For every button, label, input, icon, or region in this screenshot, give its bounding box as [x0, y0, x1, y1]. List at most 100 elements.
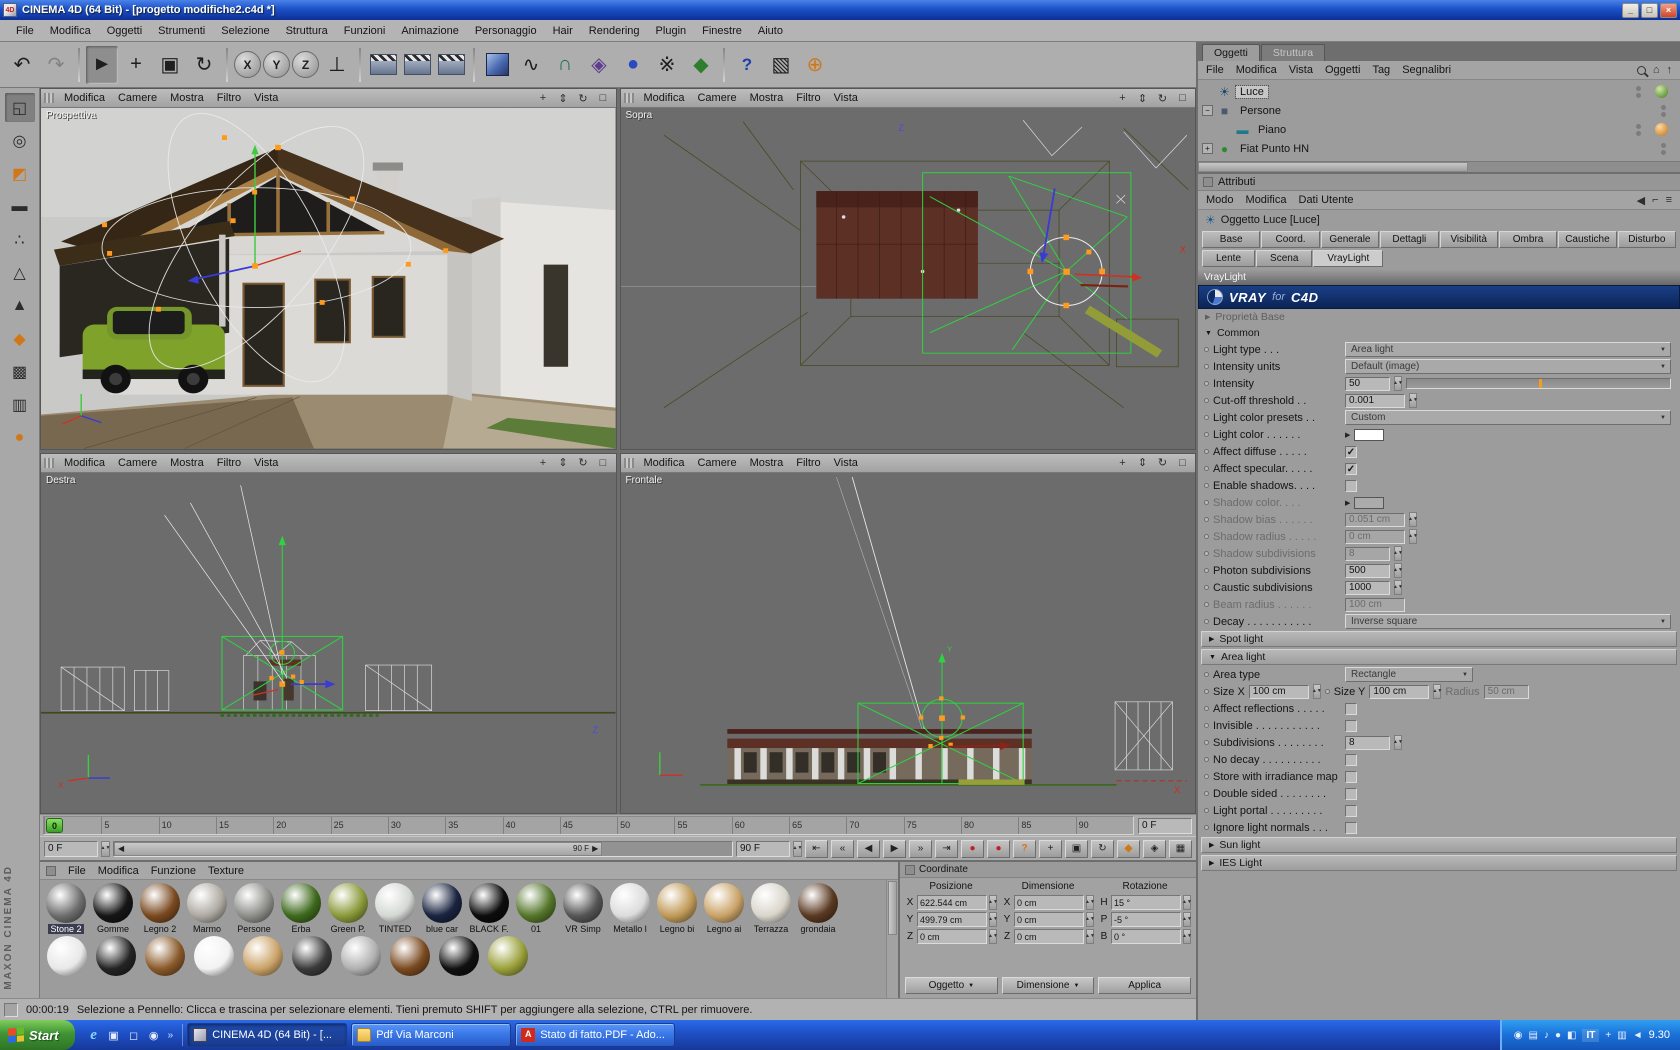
value-spinner[interactable]: ▲▼: [1085, 929, 1095, 944]
tray-icon[interactable]: ◉: [1514, 1030, 1523, 1041]
scroll-left-arrow-icon[interactable]: ◀: [118, 844, 124, 853]
tray-icon[interactable]: ▥: [1617, 1030, 1626, 1041]
vp-menu-filtro[interactable]: Filtro: [211, 455, 247, 471]
rotation-p-input[interactable]: -5 °: [1111, 912, 1181, 927]
material-sphere[interactable]: [488, 936, 528, 976]
enable-shadows-checkbox[interactable]: [1345, 479, 1357, 492]
coordinate-system-icon[interactable]: ⊥: [321, 46, 353, 84]
vp-menu-filtro[interactable]: Filtro: [790, 455, 826, 471]
subdivisions-input[interactable]: 8: [1345, 735, 1390, 750]
timeline-ruler-track[interactable]: 0 0 5 10 15 20 25 30 35 40 45 50: [43, 816, 1134, 835]
materials-menu-funzione[interactable]: Funzione: [151, 865, 196, 877]
menu-animazione[interactable]: Animazione: [393, 22, 466, 40]
zoom-view-icon[interactable]: ⇕: [554, 456, 573, 469]
menu-strumenti[interactable]: Strumenti: [150, 22, 213, 40]
position-y-input[interactable]: 499.79 cm: [917, 912, 987, 927]
tab-ombra[interactable]: Ombra: [1498, 231, 1558, 248]
position-z-input[interactable]: 0 cm: [917, 929, 987, 944]
axis-mode-icon[interactable]: ◆: [5, 324, 35, 353]
menu-struttura[interactable]: Struttura: [278, 22, 336, 40]
double-sided-checkbox[interactable]: [1345, 787, 1357, 800]
timeline-playhead[interactable]: 0: [46, 818, 63, 833]
no-decay-checkbox[interactable]: [1345, 753, 1357, 766]
menu-finestre[interactable]: Finestre: [694, 22, 750, 40]
play-icon[interactable]: ▶: [883, 839, 906, 858]
affect-specular-checkbox[interactable]: [1345, 462, 1357, 475]
scroll-right-arrow-icon[interactable]: ▶: [592, 844, 598, 853]
show-desktop-icon[interactable]: ◻: [126, 1027, 142, 1043]
start-button[interactable]: Start: [0, 1020, 75, 1050]
material-sphere[interactable]: [292, 936, 332, 976]
material-item[interactable]: VR Simp: [561, 883, 605, 934]
lock-x-axis-icon[interactable]: X: [234, 51, 261, 78]
rotate-view-icon[interactable]: ↻: [1153, 456, 1172, 469]
vp-menu-vista[interactable]: Vista: [828, 90, 864, 106]
affect-reflections-checkbox[interactable]: [1345, 702, 1357, 715]
uv-mode-icon[interactable]: ▥: [5, 390, 35, 419]
om-menu-vista[interactable]: Vista: [1289, 64, 1313, 76]
rotate-view-icon[interactable]: ↻: [574, 92, 593, 105]
intensity-input[interactable]: 50: [1345, 376, 1390, 391]
edge-mode-icon[interactable]: △: [5, 258, 35, 287]
material-sphere[interactable]: [751, 883, 791, 923]
maximize-button[interactable]: □: [1641, 2, 1658, 18]
language-indicator[interactable]: IT: [1582, 1028, 1600, 1042]
dimension-y-input[interactable]: 0 cm: [1014, 912, 1084, 927]
material-sphere[interactable]: [422, 883, 462, 923]
menu-funzioni[interactable]: Funzioni: [336, 22, 394, 40]
slider-position-marker[interactable]: [1538, 379, 1542, 388]
light-type-dropdown[interactable]: Area light: [1345, 342, 1671, 357]
taskbar-task-cinema4d[interactable]: CINEMA 4D (64 Bit) - [...: [187, 1023, 348, 1047]
viewport-perspective-canvas[interactable]: Prospettiva: [41, 108, 616, 449]
viewport-front-canvas[interactable]: Y X Frontale: [620, 472, 1195, 813]
record-help-icon[interactable]: ?: [1013, 839, 1036, 858]
material-sphere[interactable]: [46, 883, 86, 923]
materials-scrollbar[interactable]: [886, 880, 898, 998]
make-editable-icon[interactable]: ◱: [4, 93, 35, 122]
vp-menu-vista[interactable]: Vista: [828, 455, 864, 471]
caustic-subdivisions-input[interactable]: 1000: [1345, 580, 1390, 595]
material-sphere[interactable]: [341, 936, 381, 976]
light-color-swatch[interactable]: [1354, 428, 1385, 441]
maximize-view-icon[interactable]: □: [594, 457, 613, 469]
texture-tag-icon[interactable]: [1655, 85, 1668, 98]
material-item[interactable]: TINTED: [373, 883, 417, 934]
value-spinner[interactable]: ▲▼: [1085, 912, 1095, 927]
material-item[interactable]: Gomme: [91, 883, 135, 934]
value-spinner[interactable]: ▲▼: [1408, 393, 1418, 408]
tray-icon[interactable]: +: [1605, 1030, 1611, 1041]
size-x-input[interactable]: 100 cm: [1248, 684, 1309, 699]
quick-launch-expand-icon[interactable]: »: [166, 1030, 176, 1041]
online-updater-globe-icon[interactable]: ⊕: [799, 46, 831, 84]
invisible-checkbox[interactable]: [1345, 719, 1357, 732]
menu-file[interactable]: File: [8, 22, 42, 40]
material-sphere[interactable]: [328, 883, 368, 923]
render-view-icon[interactable]: [367, 46, 399, 84]
object-name[interactable]: Fiat Punto HN: [1236, 143, 1313, 155]
material-sphere[interactable]: [96, 936, 136, 976]
menu-modifica[interactable]: Modifica: [42, 22, 99, 40]
material-item[interactable]: BLACK F.: [467, 883, 511, 934]
materials-menu-file[interactable]: File: [68, 865, 86, 877]
object-mode-dropdown[interactable]: Oggetto ▼: [905, 977, 998, 994]
material-sphere[interactable]: [194, 936, 234, 976]
menu-rendering[interactable]: Rendering: [581, 22, 648, 40]
tray-icon[interactable]: ●: [1555, 1030, 1561, 1041]
decay-dropdown[interactable]: Inverse square: [1345, 614, 1671, 629]
attr-menu-modo[interactable]: Modo: [1206, 194, 1234, 206]
tray-icon[interactable]: ◧: [1567, 1030, 1576, 1041]
frame-spinner[interactable]: ▲▼: [101, 840, 110, 857]
timeline-scrollbar[interactable]: ◀ 90 F ▶: [113, 840, 733, 857]
rotation-h-input[interactable]: 15 °: [1111, 895, 1181, 910]
material-item[interactable]: Marmo: [185, 883, 229, 934]
goto-end-icon[interactable]: ⇥: [935, 839, 958, 858]
vp-menu-modifica[interactable]: Modifica: [58, 455, 111, 471]
value-spinner[interactable]: ▲▼: [1393, 580, 1403, 595]
vp-menu-camere[interactable]: Camere: [112, 90, 163, 106]
current-frame-input[interactable]: 0 F: [44, 840, 98, 857]
tray-icon[interactable]: ♪: [1544, 1030, 1549, 1041]
material-sphere[interactable]: [610, 883, 650, 923]
zoom-view-icon[interactable]: ⇕: [1133, 92, 1152, 105]
object-row-persone[interactable]: − ■ Persone: [1202, 101, 1676, 120]
object-row-luce[interactable]: ☀ Luce: [1202, 82, 1676, 101]
